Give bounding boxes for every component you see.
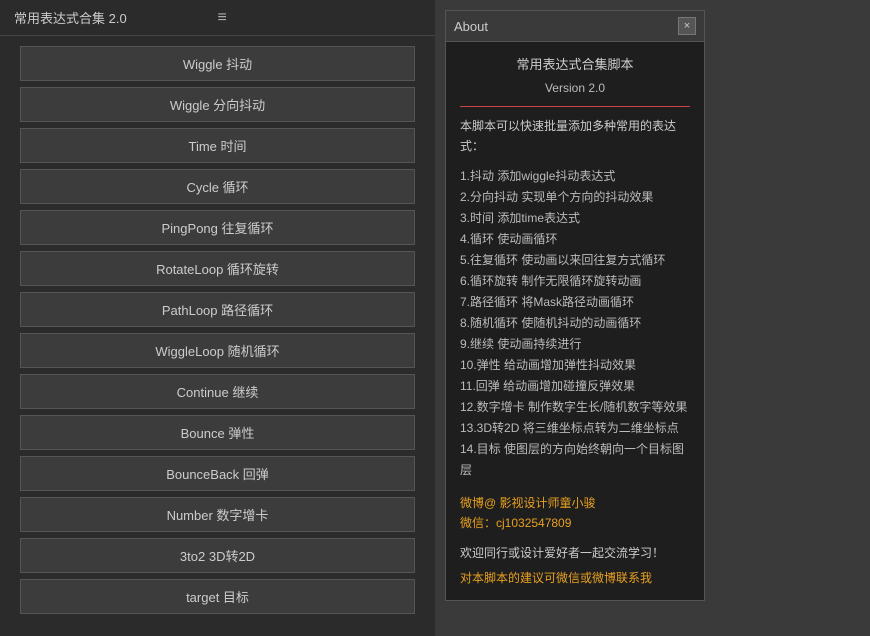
button-target[interactable]: target 目标 — [20, 579, 415, 614]
button-wiggleloop[interactable]: WiggleLoop 随机循环 — [20, 333, 415, 368]
about-window: About × 常用表达式合集脚本 Version 2.0 本脚本可以快速批量添… — [445, 10, 705, 601]
button-continue[interactable]: Continue 继续 — [20, 374, 415, 409]
button-rotateloop[interactable]: RotateLoop 循环旋转 — [20, 251, 415, 286]
button-number[interactable]: Number 数字增卡 — [20, 497, 415, 532]
about-titlebar: About × — [446, 11, 704, 42]
buttons-list: Wiggle 抖动 Wiggle 分向抖动 Time 时间 Cycle 循环 PingP… — [0, 36, 435, 624]
feature-item: 2.分向抖动 实现单个方向的抖动效果 — [460, 187, 690, 208]
feature-item: 8.随机循环 使随机抖动的动画循环 — [460, 313, 690, 334]
panel-title: 常用表达式合集 2.0 — [14, 8, 218, 27]
about-intro: 本脚本可以快速批量添加多种常用的表达式： — [460, 117, 690, 155]
feature-item: 3.时间 添加time表达式 — [460, 208, 690, 229]
left-panel: 常用表达式合集 2.0 ≡ Wiggle 抖动 Wiggle 分向抖动 Time 时… — [0, 0, 435, 636]
button-pingpong[interactable]: PingPong 往复循环 — [20, 210, 415, 245]
about-version: Version 2.0 — [460, 78, 690, 98]
feature-item: 6.循环旋转 制作无限循环旋转动画 — [460, 271, 690, 292]
button-bounce[interactable]: Bounce 弹性 — [20, 415, 415, 450]
about-content-title: 常用表达式合集脚本 — [460, 54, 690, 76]
about-contact: 微博@ 影视设计师童小骏 微信：cj1032547809 — [460, 493, 690, 534]
button-wiggle-dir[interactable]: Wiggle 分向抖动 — [20, 87, 415, 122]
feature-item: 7.路径循环 将Mask路径动画循环 — [460, 292, 690, 313]
button-bounceback[interactable]: BounceBack 回弹 — [20, 456, 415, 491]
feature-item: 9.继续 使动画持续进行 — [460, 334, 690, 355]
button-3to2[interactable]: 3to2 3D转2D — [20, 538, 415, 573]
about-divider — [460, 106, 690, 107]
feature-item: 10.弹性 给动画增加弹性抖动效果 — [460, 355, 690, 376]
feature-item: 13.3D转2D 将三维坐标点转为二维坐标点 — [460, 418, 690, 439]
button-pathloop[interactable]: PathLoop 路径循环 — [20, 292, 415, 327]
about-close-button[interactable]: × — [678, 17, 696, 35]
about-welcome: 欢迎同行或设计爱好者一起交流学习！ — [460, 544, 690, 563]
feature-item: 11.回弹 给动画增加碰撞反弹效果 — [460, 376, 690, 397]
contact-weibo: 微博@ 影视设计师童小骏 — [460, 493, 690, 513]
feature-item: 5.往复循环 使动画以来回往复方式循环 — [460, 250, 690, 271]
panel-header: 常用表达式合集 2.0 ≡ — [0, 0, 435, 36]
feature-item: 12.数字增卡 制作数字生长/随机数字等效果 — [460, 397, 690, 418]
feature-item: 4.循环 使动画循环 — [460, 229, 690, 250]
about-content: 常用表达式合集脚本 Version 2.0 本脚本可以快速批量添加多种常用的表达… — [446, 42, 704, 600]
about-title: About — [454, 19, 678, 34]
right-panel: About × 常用表达式合集脚本 Version 2.0 本脚本可以快速批量添… — [435, 0, 870, 636]
feature-item: 14.目标 使图层的方向始终朝向一个目标图层 — [460, 439, 690, 481]
about-suggestion: 对本脚本的建议可微信或微博联系我 — [460, 569, 690, 588]
contact-wechat: 微信：cj1032547809 — [460, 513, 690, 533]
button-cycle[interactable]: Cycle 循环 — [20, 169, 415, 204]
menu-icon[interactable]: ≡ — [218, 9, 422, 27]
about-features: 1.抖动 添加wiggle抖动表达式2.分向抖动 实现单个方向的抖动效果3.时间… — [460, 166, 690, 481]
button-time[interactable]: Time 时间 — [20, 128, 415, 163]
button-wiggle[interactable]: Wiggle 抖动 — [20, 46, 415, 81]
feature-item: 1.抖动 添加wiggle抖动表达式 — [460, 166, 690, 187]
